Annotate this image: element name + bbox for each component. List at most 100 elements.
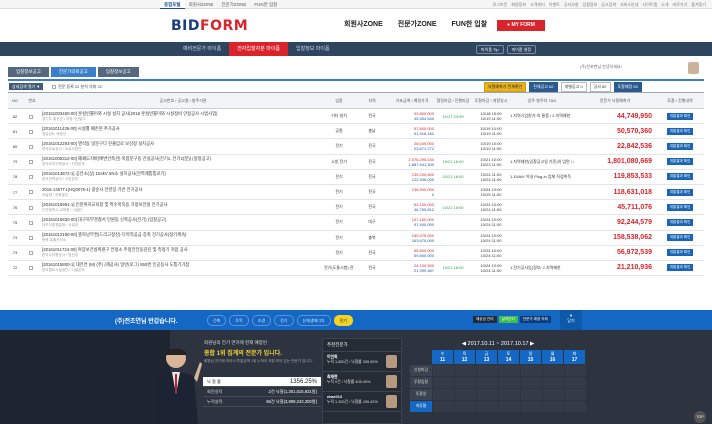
calendar-cell[interactable] <box>455 377 476 388</box>
calendar-cell[interactable] <box>499 401 520 412</box>
row-title-cell[interactable]: [20161005312-00] 폐쇄도지바(배변건축관) 복합문구동 건설공사… <box>42 154 324 170</box>
table-row[interactable]: 79 [20161005312-00] 폐쇄도지바(배변건축관) 복합문구동 건설… <box>8 154 704 170</box>
deposit-manage-button[interactable]: 예상금 관리 <box>473 316 497 323</box>
scroll-top-button[interactable]: TOP <box>694 411 706 423</box>
row-check[interactable] <box>22 184 42 201</box>
utility-link[interactable]: 사이트맵 <box>642 0 657 9</box>
subnav-item-active[interactable]: 전자입찰자분 마이폼 <box>229 42 288 56</box>
table-row[interactable]: 72 [20161015800-1] 대전연 (M) (주) (제공사) 일반(로… <box>8 260 704 277</box>
calendar-day[interactable]: 월 16 <box>542 350 563 364</box>
main-menu-item[interactable]: FUN한 입찰 <box>452 19 488 29</box>
row-title-cell[interactable]: [20161016991-1] 인천여지교육청 및 특수복직동 가정보전실 전기… <box>42 199 324 216</box>
col-header[interactable]: 기초금액 / 예정가격 <box>390 92 434 109</box>
table-row[interactable]: 80 [20161012293-00] 영석동 널문구다 진출입로 보강정 설치공… <box>8 138 704 155</box>
calendar-row-label[interactable]: 마투찰 <box>410 401 432 412</box>
filter-check[interactable]: 전체공고 62 <box>529 82 558 92</box>
calendar-cell[interactable] <box>565 365 586 376</box>
col-header[interactable]: 전문가 낙찰예측가 <box>574 92 656 109</box>
calendar-cell[interactable] <box>499 365 520 376</box>
calendar-cell[interactable] <box>455 365 476 376</box>
row-check[interactable] <box>22 108 42 125</box>
row-check[interactable] <box>22 169 42 185</box>
site-logo[interactable]: BIDFORM <box>171 18 248 34</box>
calendar-cell[interactable] <box>477 389 498 400</box>
check-result-button[interactable]: 개찰결과 확인 <box>666 142 694 150</box>
col-header[interactable]: 업주·발주처 TAG <box>510 92 574 109</box>
row-title-cell[interactable]: [20161011436-00] 시설별 훼손된 추가공사 경상남도 의령군 <box>42 123 324 140</box>
calendar-cell[interactable] <box>455 401 476 412</box>
table-row[interactable]: 76 [20161016991-1] 인천여지교육청 및 특수복직동 가정보전실 … <box>8 199 704 216</box>
main-menu-item[interactable]: 회원사ZONE <box>344 19 383 29</box>
row-title-cell[interactable]: [20161015830-00] 대구북부경찰서 민원동 신축공사(전기) (입… <box>42 214 324 231</box>
utility-link[interactable]: 회원정보 <box>511 0 526 9</box>
row-title-cell[interactable]: [20161013872-1] 공전소(상) 154kV 5N소 설치공사(전력… <box>42 169 324 185</box>
table-row[interactable]: 73 [20161011724-00] 여장보건실위원구 안정소 주정전전동감진 … <box>8 245 704 261</box>
calendar-cell[interactable] <box>433 377 454 388</box>
calendar-cell[interactable] <box>543 389 564 400</box>
my-form-button[interactable]: ● MY FORM <box>497 20 545 31</box>
utility-link[interactable]: 로그아웃 <box>493 0 508 9</box>
top-nav-item[interactable]: FUN한 입찰 <box>250 0 281 9</box>
license-pill[interactable]: 토목 <box>229 315 249 326</box>
calendar-cell[interactable] <box>543 365 564 376</box>
top-nav-item[interactable]: 회원사ZONE <box>185 0 218 9</box>
row-check[interactable] <box>22 123 42 140</box>
col-header[interactable]: 업종 <box>324 92 354 109</box>
row-check[interactable] <box>22 230 42 246</box>
record-manage-button[interactable]: 실적관리 <box>498 316 518 323</box>
utility-link[interactable]: 바로가기 <box>673 0 688 9</box>
calendar-cell[interactable] <box>543 401 564 412</box>
top-nav-item[interactable]: 종합포털 <box>160 0 185 9</box>
utility-link[interactable]: 즐겨찾기 <box>691 0 706 9</box>
check-result-button[interactable]: 개찰결과 확인 <box>666 249 694 257</box>
table-row[interactable]: 81 [20161011436-00] 시설별 훼손된 추가공사 경상남도 의령군 공… <box>8 123 704 140</box>
check-result-button[interactable]: 개찰결과 확인 <box>666 203 694 211</box>
calendar-cell[interactable] <box>565 401 586 412</box>
calendar-cell[interactable] <box>455 389 476 400</box>
col-header[interactable]: NO <box>8 92 22 109</box>
row-title-cell[interactable]: [20161015800-1] 대전연 (M) (주) (제공사) 일반(로그)… <box>42 260 324 277</box>
tab[interactable]: 입찰정보공고 <box>97 67 139 77</box>
filter-check[interactable]: 개별공고 0 <box>560 82 587 92</box>
tab[interactable]: 입찰정보공고 <box>8 67 49 77</box>
calendar-cell[interactable] <box>433 389 454 400</box>
row-title-cell[interactable]: [20161003450-00] 훈실빈뿔이와 시설 설치 공사(2016 훈실… <box>42 108 324 125</box>
col-header[interactable]: 투찰 / 진행내역 <box>656 92 704 109</box>
col-header[interactable]: 협정마감 / 진행마감 <box>434 92 472 109</box>
utility-link[interactable]: 고객센터 <box>530 0 545 9</box>
calendar-cell[interactable] <box>565 377 586 388</box>
license-pill[interactable]: 조경 <box>251 315 272 326</box>
check-result-button[interactable]: 개찰결과 확인 <box>666 218 694 226</box>
calendar-cell[interactable] <box>543 377 564 388</box>
calendar-cell[interactable] <box>565 389 586 400</box>
myform-settings-button[interactable]: 마이폼 설정 <box>506 45 537 54</box>
expert-item[interactable]: 이연희 누적 1,850건 / 낙찰률 305.00% <box>323 352 401 372</box>
expert-item[interactable]: chae013 누적 1,300건 / 낙찰률 435.42% <box>323 392 401 412</box>
license-pill[interactable]: 전기 <box>274 315 294 326</box>
utility-link[interactable]: 입찰정보 <box>583 0 598 9</box>
predict-all-button[interactable]: 낙찰예측가 전체확인 <box>484 82 527 92</box>
utility-link[interactable]: 서비스안내 <box>620 0 638 9</box>
myform-tip-button[interactable]: 마이폼 Tip <box>476 45 504 54</box>
calendar-cell[interactable] <box>521 365 542 376</box>
row-title-cell[interactable]: 2016-1457T1(HQ0076-1) 광순사 전란장 기반 전기공사 조달청… <box>42 184 324 201</box>
table-row[interactable]: 77 2016-1457T1(HQ0076-1) 광순사 전란장 기반 전기공사 조… <box>8 184 704 201</box>
check-result-button[interactable]: 개찰결과 확인 <box>666 234 694 242</box>
utility-link[interactable]: 공지사항 <box>564 0 579 9</box>
check-result-button[interactable]: 개찰결과 확인 <box>666 188 694 196</box>
col-header[interactable]: 번호 <box>22 92 42 109</box>
table-row[interactable]: 82 [20161003450-00] 훈실빈뿔이와 시설 설치 공사(2016 … <box>8 108 704 125</box>
row-title-cell[interactable]: [20161012293-00] 영석동 널문구다 진출입로 보강정 설치공사 한… <box>42 138 324 155</box>
row-check[interactable] <box>22 260 42 277</box>
calendar-cell[interactable] <box>433 365 454 376</box>
row-title-cell[interactable]: [20161012180-00] 충북남부권(드리고정진)·다목적공급 증축 전… <box>42 230 324 246</box>
license-pill[interactable]: 신재생에너지 <box>296 315 331 326</box>
expert-item[interactable]: 최재현 누적 0건 / 낙찰률 405.40% <box>323 372 401 392</box>
calendar-cell[interactable] <box>499 389 520 400</box>
calendar-cell[interactable] <box>477 365 498 376</box>
calendar-cell[interactable] <box>433 401 454 412</box>
calendar-cell[interactable] <box>477 377 498 388</box>
check-result-button[interactable]: 개찰결과 확인 <box>666 173 694 181</box>
license-pill-active[interactable]: 전기 <box>333 315 353 326</box>
banner-close-button[interactable]: ▼ 닫기 <box>560 310 582 330</box>
